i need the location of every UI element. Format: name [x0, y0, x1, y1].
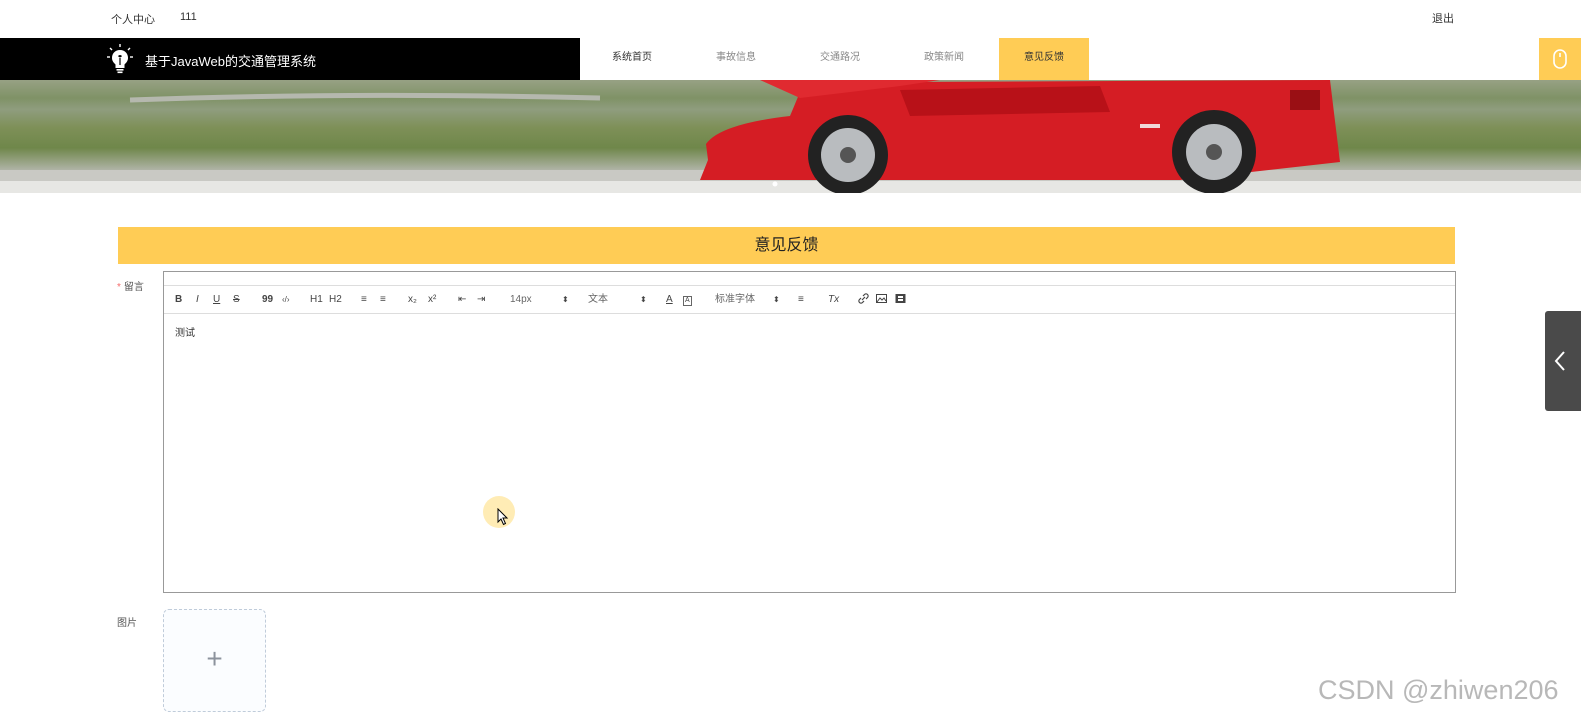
background-color-button[interactable]: A — [683, 296, 692, 306]
outdent-button[interactable]: ⇤ — [458, 293, 466, 307]
h1-button[interactable]: H1 — [310, 293, 323, 307]
message-label: * 留言 — [117, 278, 144, 293]
image-upload[interactable]: + — [163, 609, 266, 712]
font-select[interactable]: 标准字体 ⬍ — [715, 293, 781, 307]
align-button[interactable]: ≡ — [798, 293, 804, 307]
banner-image — [0, 80, 1581, 193]
user-center-link[interactable]: 个人中心 — [111, 11, 155, 27]
required-mark: * — [117, 282, 121, 293]
plus-icon: + — [206, 643, 223, 674]
bullet-list-button[interactable]: ≡ — [380, 293, 386, 307]
mouse-pointer-icon — [497, 508, 509, 526]
size-select[interactable]: 14px ⬍ — [510, 293, 572, 307]
header-select-value: 文本 — [588, 294, 608, 305]
site-title: 基于JavaWeb的交通管理系统 — [145, 54, 316, 69]
chevron-left-icon — [1554, 351, 1565, 371]
video-button[interactable] — [895, 293, 906, 309]
nav-item-home[interactable]: 系统首页 — [580, 38, 684, 80]
logout-link[interactable]: 退出 — [1432, 10, 1454, 26]
h2-button[interactable]: H2 — [329, 293, 342, 307]
subscript-button[interactable]: x₂ — [408, 293, 417, 307]
underline-button[interactable]: U — [213, 293, 220, 307]
editor-toolbar: B I U S 99 ‹/› H1 H2 ≡ ≡ x₂ x² ⇤ ⇥ 14px … — [164, 285, 1455, 314]
nav-item-traffic[interactable]: 交通路况 — [788, 38, 892, 80]
nav-item-feedback[interactable]: 意见反馈 — [999, 38, 1089, 80]
nav-item-accidents[interactable]: 事故信息 — [684, 38, 788, 80]
select-caret-icon: ⬍ — [640, 295, 647, 304]
clean-format-button[interactable]: Tx — [828, 293, 839, 307]
italic-button[interactable]: I — [196, 293, 199, 307]
brand: 基于JavaWeb的交通管理系统 — [0, 38, 580, 80]
top-bar: 个人中心 111 退出 — [0, 0, 1581, 38]
image-label: 图片 — [117, 618, 137, 629]
bold-button[interactable]: B — [175, 293, 182, 307]
image-icon — [876, 294, 887, 303]
video-icon — [895, 294, 906, 303]
ordered-list-button[interactable]: ≡ — [361, 293, 367, 307]
nav-item-news[interactable]: 政策新闻 — [892, 38, 996, 80]
font-color-button[interactable]: A — [666, 293, 673, 307]
message-editor[interactable]: B I U S 99 ‹/› H1 H2 ≡ ≡ x₂ x² ⇤ ⇥ 14px … — [163, 271, 1456, 593]
select-caret-icon: ⬍ — [773, 295, 780, 304]
watermark-text: CSDN @zhiwen206 — [1318, 675, 1559, 705]
code-button[interactable]: ‹/› — [282, 293, 290, 307]
superscript-button[interactable]: x² — [428, 293, 436, 307]
mouse-icon — [1553, 49, 1567, 69]
page-title: 意见反馈 — [118, 227, 1455, 264]
blockquote-button[interactable]: 99 — [262, 293, 273, 307]
side-panel-toggle[interactable] — [1545, 311, 1581, 411]
banner-car-illustration — [0, 80, 1581, 193]
select-caret-icon: ⬍ — [562, 295, 569, 304]
header: 基于JavaWeb的交通管理系统 系统首页 事故信息 交通路况 政策新闻 意见反… — [0, 38, 1581, 80]
mouse-button[interactable] — [1539, 38, 1581, 80]
font-select-value: 标准字体 — [715, 294, 755, 305]
username-label: 111 — [180, 11, 197, 23]
editor-content[interactable]: 测试 — [175, 324, 195, 339]
header-select[interactable]: 文本 ⬍ — [588, 293, 650, 307]
lightbulb-logo-icon — [107, 44, 133, 74]
link-icon — [858, 293, 869, 304]
strike-button[interactable]: S — [233, 293, 240, 307]
message-label-text: 留言 — [123, 282, 144, 293]
indent-button[interactable]: ⇥ — [477, 293, 485, 307]
size-select-value: 14px — [510, 294, 532, 305]
image-button[interactable] — [876, 293, 887, 309]
link-button[interactable] — [858, 293, 869, 309]
